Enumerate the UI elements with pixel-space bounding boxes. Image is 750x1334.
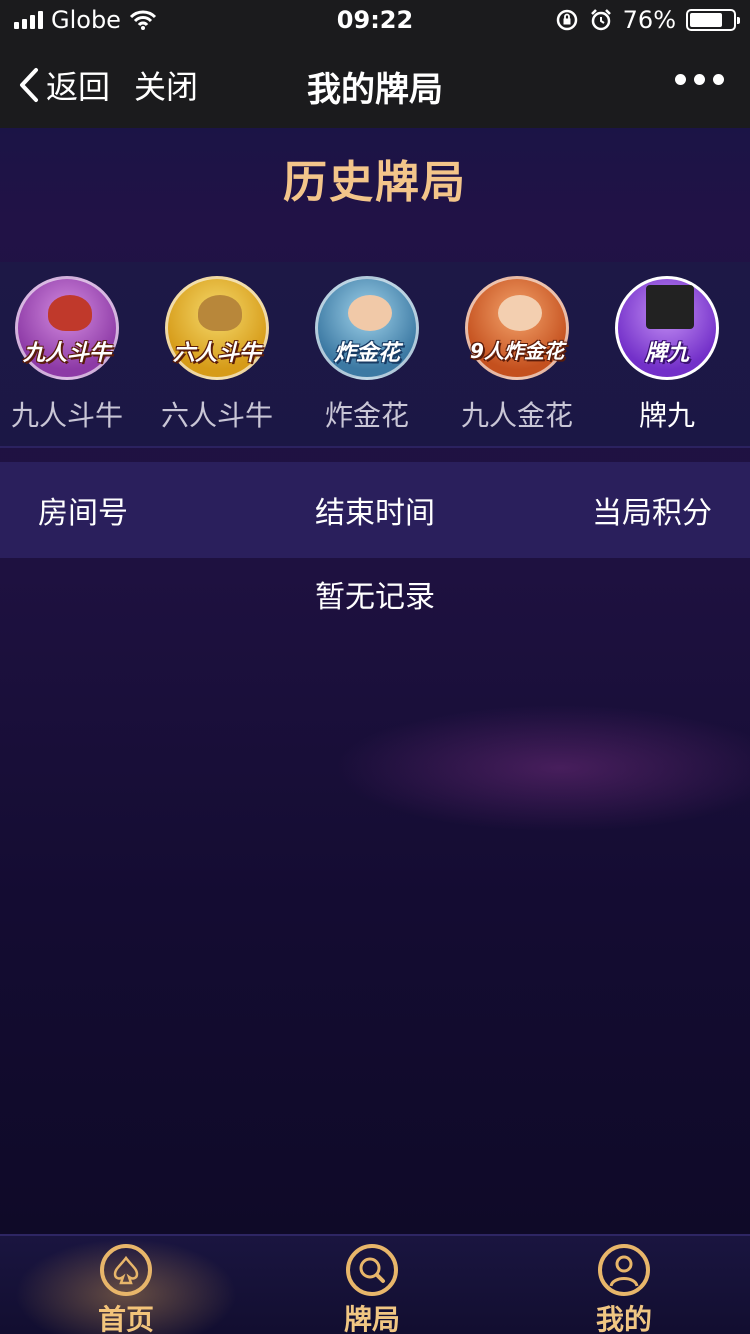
game-icon-tag: 9人炸金花 [470, 339, 564, 363]
game-nine-player-jin-hua[interactable]: 9人炸金花 九人金花 [442, 276, 592, 434]
battery-icon [686, 9, 740, 31]
zha-jin-hua-icon: 炸金花 [315, 276, 419, 380]
nine-player-jin-hua-icon: 9人炸金花 [465, 276, 569, 380]
tab-label: 我的 [595, 1303, 652, 1334]
game-label: 九人金花 [460, 399, 573, 432]
game-label: 炸金花 [324, 399, 409, 432]
game-label: 九人斗牛 [10, 399, 123, 432]
status-left: Globe [14, 6, 157, 34]
domino-tiles [646, 285, 694, 329]
page-title: 我的牌局 [307, 70, 443, 110]
alarm-icon [590, 9, 611, 31]
bull-face [48, 295, 92, 331]
user-icon [598, 1244, 650, 1296]
game-six-player-bull[interactable]: 六人斗牛 六人斗牛 [142, 276, 292, 434]
bottom-tab-bar: 首页 牌局 我的 [0, 1234, 750, 1334]
game-icon-tag: 六人斗牛 [172, 341, 261, 366]
dealer-face [348, 295, 392, 331]
bull-face [198, 295, 242, 331]
dot-icon [713, 74, 724, 85]
game-selector: 九人斗牛 九人斗牛 六人斗牛 六人斗牛 炸金花 炸金花 9人炸金花 九人金花 牌… [0, 262, 750, 448]
dot-icon [694, 74, 705, 85]
carrier-name: Globe [51, 6, 121, 34]
game-label: 牌九 [638, 399, 695, 432]
game-nine-player-bull[interactable]: 九人斗牛 九人斗牛 [0, 276, 142, 434]
game-label: 六人斗牛 [160, 399, 273, 432]
battery-percent: 76% [622, 6, 676, 34]
column-round-score: 当局积分 [592, 496, 712, 531]
status-right: 76% [555, 6, 740, 34]
tab-label: 牌局 [343, 1303, 400, 1334]
section-title: 历史牌局 [283, 157, 467, 208]
pai-gow-icon: 牌九 [615, 276, 719, 380]
dealer-face [498, 295, 542, 331]
history-page: 历史牌局 九人斗牛 九人斗牛 六人斗牛 六人斗牛 炸金花 炸金花 9人炸金花 九… [0, 128, 750, 1234]
tab-me[interactable]: 我的 [564, 1244, 684, 1334]
signal-icon [14, 11, 43, 29]
tab-history[interactable]: 牌局 [312, 1244, 432, 1334]
battery-fill [690, 13, 722, 27]
game-icon-tag: 牌九 [644, 341, 689, 366]
nine-player-bull-icon: 九人斗牛 [15, 276, 119, 380]
tab-label: 首页 [97, 1303, 154, 1334]
search-icon [346, 1244, 398, 1296]
dot-icon [675, 74, 686, 85]
wifi-icon [129, 10, 157, 30]
empty-state: 暂无记录 [315, 580, 435, 615]
game-icon-tag: 九人斗牛 [22, 341, 111, 366]
table-header: 房间号 结束时间 当局积分 [0, 462, 750, 558]
six-player-bull-icon: 六人斗牛 [165, 276, 269, 380]
game-icon-tag: 炸金花 [333, 341, 400, 366]
orientation-lock-icon [556, 9, 577, 31]
game-zha-jin-hua[interactable]: 炸金花 炸金花 [292, 276, 442, 434]
spade-icon [100, 1244, 152, 1296]
game-pai-gow[interactable]: 牌九 牌九 [592, 276, 742, 434]
more-options-button[interactable] [675, 74, 724, 85]
nav-bar: 返回 关闭 我的牌局 [0, 40, 750, 128]
status-bar: Globe 09:22 76% [0, 0, 750, 40]
tab-home[interactable]: 首页 [6, 1234, 246, 1334]
